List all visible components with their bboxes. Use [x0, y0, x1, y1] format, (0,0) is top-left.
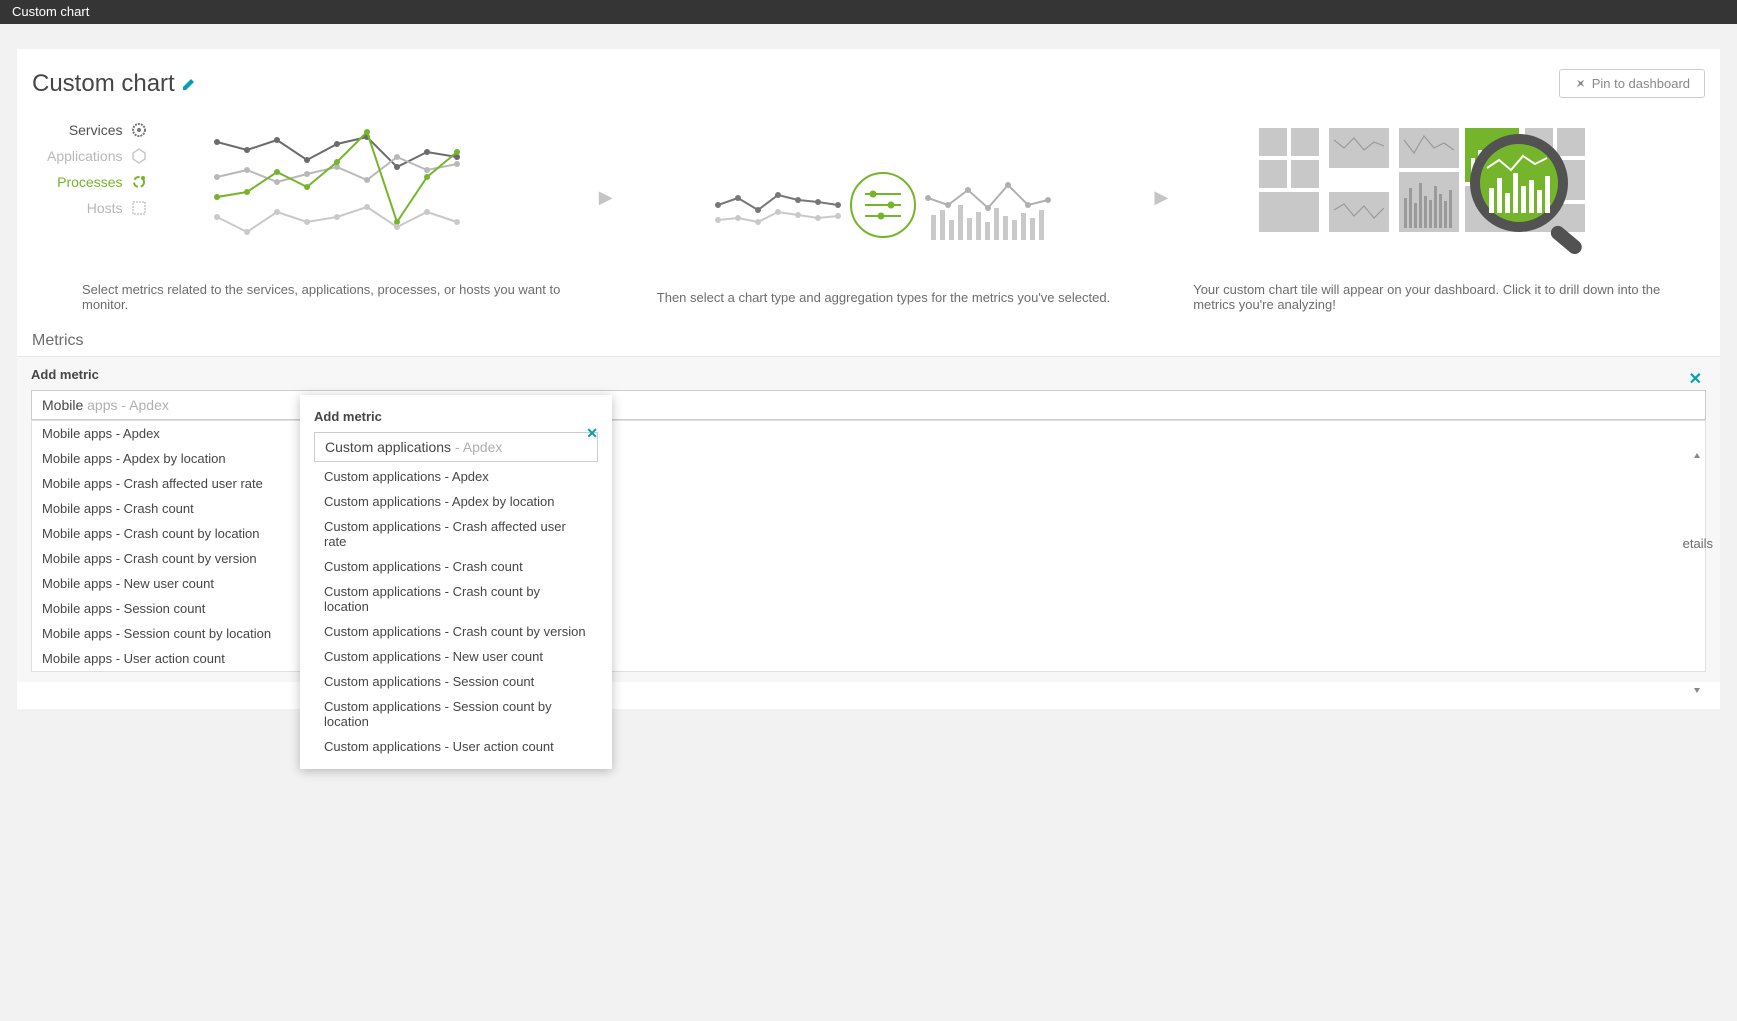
step-3-visual [1188, 122, 1690, 272]
panel-2-title: Add metric [314, 409, 598, 424]
metric-option[interactable]: Custom applications - Crash count by loc… [314, 579, 598, 619]
metrics-section-label: Metrics [17, 322, 1720, 356]
add-metric-panel-1: ✕ Add metric Mobile apps - Apdex Mobile … [17, 356, 1720, 682]
metric-option[interactable]: Custom applications - User action count [314, 734, 598, 759]
page-title: Custom chart [32, 70, 175, 98]
metric-option[interactable]: Custom applications - Crash count by ver… [314, 619, 598, 644]
topbar-title: Custom chart [12, 4, 89, 19]
metric-option[interactable]: Custom applications - New user count [314, 644, 598, 669]
arrow-icon: ▶ [589, 187, 623, 208]
dropdown-scrollbar[interactable] [1692, 453, 1702, 693]
metric-option[interactable]: Mobile apps - User action count [32, 646, 1705, 671]
step-2-chart [713, 150, 1053, 260]
metric-option[interactable]: Custom applications - Apdex [314, 464, 598, 489]
top-bar: Custom chart [0, 0, 1737, 24]
metric-option[interactable]: Custom applications - Crash affected use… [314, 514, 598, 554]
metric-option[interactable]: Custom applications - Session count by l… [314, 694, 598, 734]
pin-to-dashboard-button[interactable]: Pin to dashboard [1559, 69, 1705, 98]
step-1: Services Applications Processes Hosts [77, 122, 579, 312]
gear-icon [131, 122, 147, 138]
hexagon-icon [131, 148, 147, 164]
source-applications[interactable]: Applications [47, 148, 147, 164]
source-list: Services Applications Processes Hosts [47, 122, 147, 216]
close-panel-1-button[interactable]: ✕ [1689, 369, 1702, 389]
add-metric-panel-2: Add metric ✕ Custom applications - Apdex… [300, 395, 612, 769]
metric-dropdown-2: Custom applications - ApdexCustom applic… [314, 464, 598, 759]
step-2-visual [633, 130, 1135, 280]
arrow-icon: ▶ [1144, 187, 1178, 208]
pin-icon [1574, 78, 1586, 90]
step-1-description: Select metrics related to the services, … [77, 282, 579, 312]
page-header: Custom chart Pin to dashboard [17, 69, 1720, 112]
metric-option[interactable]: Mobile apps - Crash count by version [32, 546, 1705, 571]
step-3: Your custom chart tile will appear on yo… [1188, 122, 1690, 312]
metric-option[interactable]: Custom applications - Apdex by location [314, 489, 598, 514]
step-2: Then select a chart type and aggregation… [633, 130, 1135, 305]
metric-option[interactable]: Mobile apps - Crash affected user rate [32, 471, 1705, 496]
metric-option[interactable]: Mobile apps - Crash count by location [32, 521, 1705, 546]
metric-option[interactable]: Mobile apps - New user count [32, 571, 1705, 596]
step-2-description: Then select a chart type and aggregation… [633, 290, 1135, 305]
source-hosts[interactable]: Hosts [87, 200, 147, 216]
dashboard-tiles-illustration [1259, 128, 1619, 273]
metric-option[interactable]: Custom applications - Crash count [314, 554, 598, 579]
edit-title-icon[interactable] [181, 76, 197, 92]
source-processes[interactable]: Processes [57, 174, 146, 190]
metric-search-input-1[interactable]: Mobile apps - Apdex [31, 390, 1706, 420]
page-container: Custom chart Pin to dashboard Services [17, 49, 1720, 709]
step-1-visual: Services Applications Processes Hosts [77, 122, 579, 272]
metric-option[interactable]: Custom applications - Session count [314, 669, 598, 694]
metric-option[interactable]: Mobile apps - Apdex by location [32, 446, 1705, 471]
step-3-description: Your custom chart tile will appear on yo… [1188, 282, 1690, 312]
metric-option[interactable]: Mobile apps - Apdex [32, 421, 1705, 446]
host-icon [131, 200, 147, 216]
process-icon [131, 174, 147, 190]
metric-option[interactable]: Mobile apps - Session count by location [32, 621, 1705, 646]
metric-dropdown-1: Mobile apps - ApdexMobile apps - Apdex b… [31, 420, 1706, 672]
step-1-chart [207, 122, 467, 252]
wizard-steps: Services Applications Processes Hosts [17, 112, 1720, 322]
metric-option[interactable]: Mobile apps - Crash count [32, 496, 1705, 521]
panel-1-title: Add metric [31, 367, 1706, 382]
source-services[interactable]: Services [69, 122, 147, 138]
pin-label: Pin to dashboard [1592, 76, 1690, 91]
close-panel-2-button[interactable]: ✕ [586, 425, 598, 442]
metric-option[interactable]: Mobile apps - Session count [32, 596, 1705, 621]
metric-search-input-2[interactable]: Custom applications - Apdex [314, 432, 598, 462]
